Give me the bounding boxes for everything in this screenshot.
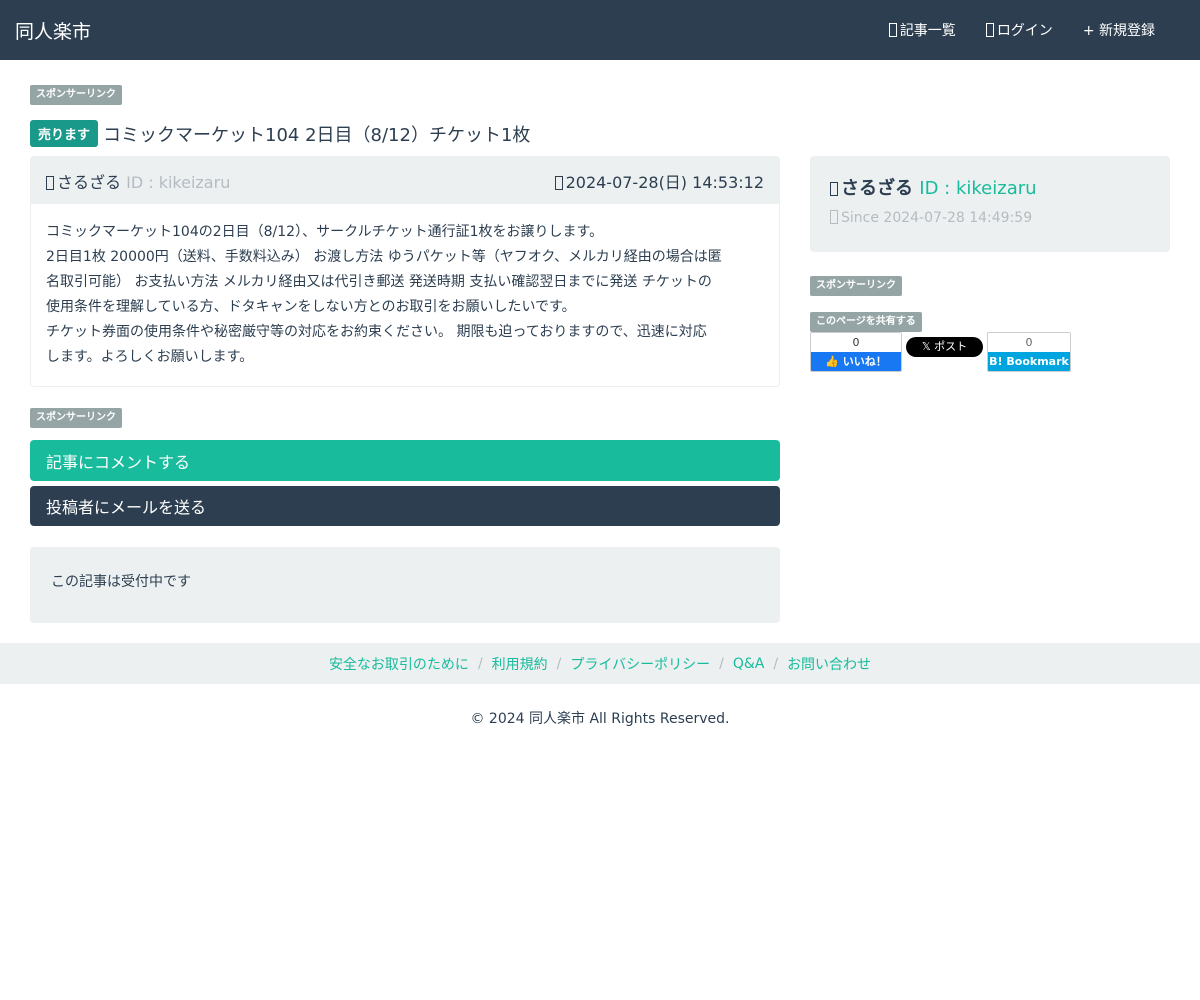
nav-article-list-label: 記事一覧 [899, 23, 956, 39]
site-brand[interactable]: 同人楽市 [15, 17, 91, 44]
sell-badge: 売ります [30, 120, 99, 147]
copyright: © 2024 同人楽市 All Rights Reserved. [470, 711, 730, 727]
footer-separator: / [477, 655, 483, 672]
comment-button[interactable]: 記事にコメントする [30, 440, 780, 481]
facebook-like-text: いいね！ [842, 355, 887, 368]
post-body-line: します。よろしくお願いします。 [46, 349, 254, 365]
post-body-line: コミックマーケット104の2日目（8/12）、サークルチケット通行証1枚をお譲り… [46, 224, 604, 240]
hatena-bookmark-count: 0 [988, 333, 1070, 352]
post-title-row: 売ります コミックマーケット104 2日目（8/12）チケット1枚 [30, 120, 530, 147]
share-label: このページを共有する [810, 312, 922, 332]
hatena-bookmark-label: B! Bookmark [988, 352, 1070, 371]
footer-links: 安全なお取引のために / 利用規約 / プライバシーポリシー / Q&A / お… [0, 643, 1200, 684]
nav-register-label: + 新規登録 [1082, 23, 1155, 39]
post-body-line: 名取引可能） お支払い方法 メルカリ経由又は代引き郵送 発送時期 支払い確認翌日… [46, 274, 712, 290]
send-mail-button[interactable]: 投稿者にメールを送る [30, 486, 780, 526]
post-date-text: 2024-07-28(日) 14:53:12 [565, 172, 764, 192]
nav-register[interactable]: + 新規登録 [1083, 20, 1155, 40]
sponsor-label-side: スポンサーリンク [810, 276, 902, 296]
post-panel: さるざる ID : kikeizaru 2024-07-28(日) 14:53:… [30, 156, 780, 387]
thumbs-up-icon: 👍 [825, 355, 839, 368]
author-id: ID : kikeizaru [126, 172, 231, 192]
post-body-line: チケット券面の使用条件や秘密厳守等の対応をお約束ください。 期限も迫っております… [46, 324, 707, 340]
footer-separator: / [556, 655, 562, 672]
profile-since-text: Since 2024-07-28 14:49:59 [841, 210, 1033, 226]
footer-separator: / [719, 655, 724, 672]
calendar-icon [554, 175, 563, 190]
footer-link-terms[interactable]: 利用規約 [492, 654, 548, 674]
sponsor-label-top: スポンサーリンク [30, 85, 122, 105]
facebook-like-count: 0 [811, 333, 901, 352]
author-name[interactable]: さるざる [57, 173, 121, 192]
share-buttons: 0 👍 いいね！ 𝕏 ポスト 0 B! Bookmark [810, 332, 1071, 372]
footer-link-safety[interactable]: 安全なお取引のために [329, 654, 469, 674]
nav-article-list[interactable]: 記事一覧 [888, 20, 956, 40]
sponsor-label-mid: スポンサーリンク [30, 408, 122, 428]
post-title: コミックマーケット104 2日目（8/12）チケット1枚 [103, 124, 531, 146]
post-author: さるざる ID : kikeizaru [46, 169, 230, 193]
footer-link-privacy[interactable]: プライバシーポリシー [570, 654, 710, 674]
profile-name[interactable]: さるざる [841, 178, 913, 199]
footer-link-faq[interactable]: Q&A [733, 656, 765, 672]
user-icon [46, 175, 54, 190]
post-date: 2024-07-28(日) 14:53:12 [554, 169, 764, 193]
footer-separator: / [773, 655, 779, 672]
user-icon [830, 182, 838, 196]
nav-login[interactable]: ログイン [985, 20, 1053, 40]
navbar: 同人楽市 記事一覧 ログイン + 新規登録 [0, 0, 1200, 60]
profile-name-row: さるざる ID : kikeizaru [830, 174, 1150, 200]
post-body-line: 2日目1枚 20000円（送料、手数料込み） お渡し方法 ゆうパケット等（ヤフオ… [46, 249, 722, 265]
post-body-line: 使用条件を理解している方、ドタキャンをしない方とのお取引をお願いしたいです。 [46, 299, 576, 315]
profile-id[interactable]: ID : kikeizaru [919, 178, 1036, 199]
facebook-like-button[interactable]: 0 👍 いいね！ [810, 332, 902, 372]
profile-since: Since 2024-07-28 14:49:59 [830, 210, 1150, 226]
facebook-like-label: 👍 いいね！ [811, 352, 901, 371]
post-header: さるざる ID : kikeizaru 2024-07-28(日) 14:53:… [31, 157, 779, 204]
login-icon [985, 23, 994, 37]
author-profile-card: さるざる ID : kikeizaru Since 2024-07-28 14:… [810, 156, 1170, 252]
hatena-bookmark-button[interactable]: 0 B! Bookmark [987, 332, 1071, 372]
footer-link-contact[interactable]: お問い合わせ [787, 654, 871, 674]
x-post-button[interactable]: 𝕏 ポスト [906, 337, 983, 357]
clock-icon [830, 210, 838, 224]
post-status: この記事は受付中です [30, 547, 780, 623]
nav-login-label: ログイン [996, 23, 1053, 39]
list-icon [888, 23, 897, 37]
post-body: コミックマーケット104の2日目（8/12）、サークルチケット通行証1枚をお譲り… [31, 204, 779, 386]
main-nav: 記事一覧 ログイン + 新規登録 [859, 20, 1155, 40]
